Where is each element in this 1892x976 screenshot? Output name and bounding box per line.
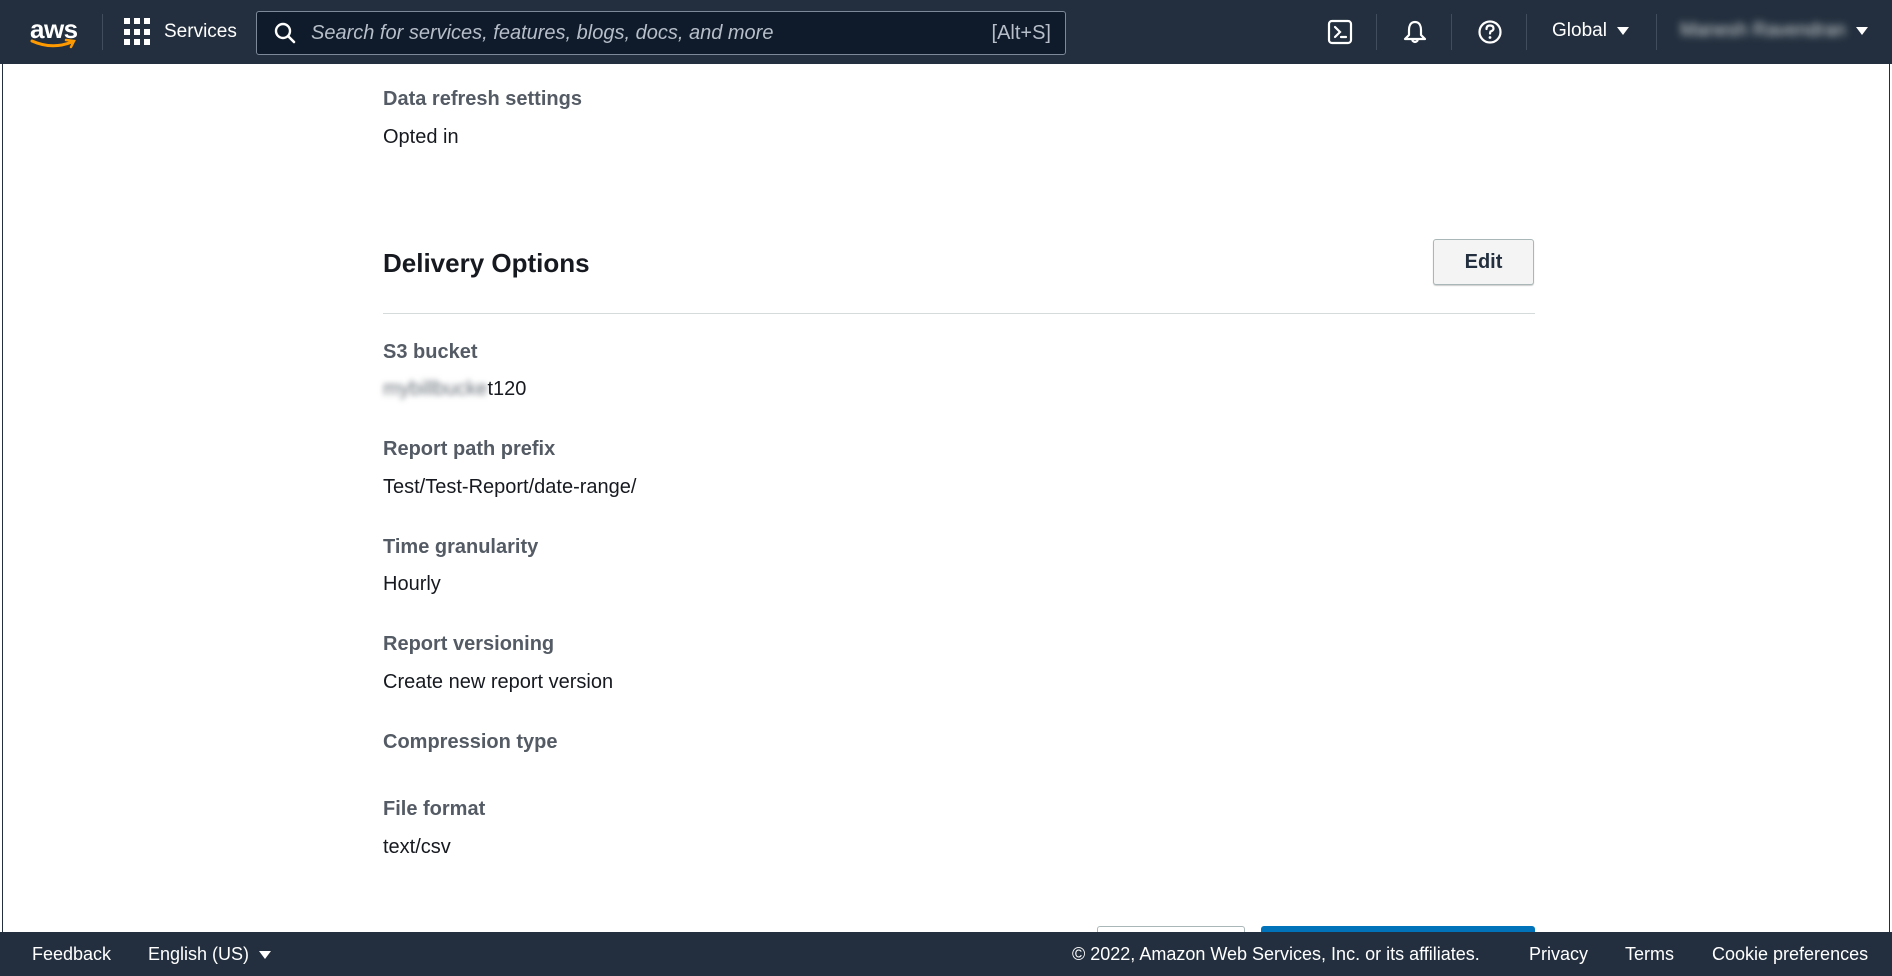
caret-down-icon <box>1616 27 1629 35</box>
search-box[interactable]: [Alt+S] <box>256 11 1066 55</box>
feedback-link[interactable]: Feedback <box>32 944 111 965</box>
language-label: English (US) <box>148 944 250 964</box>
notifications-bell-icon[interactable] <box>1401 18 1429 46</box>
nav-divider <box>102 14 103 50</box>
help-icon[interactable] <box>1476 18 1504 46</box>
nav-divider <box>1656 14 1657 50</box>
terms-link[interactable]: Terms <box>1625 944 1674 965</box>
search-shortcut: [Alt+S] <box>991 21 1051 44</box>
field-value-report-path-prefix: Test/Test-Report/date-range/ <box>383 476 637 498</box>
nav-divider <box>1451 14 1452 50</box>
terminal-icon <box>1327 19 1353 45</box>
section-title-delivery-options: Delivery Options <box>383 248 590 278</box>
field-label-s3-bucket: S3 bucket <box>383 341 478 363</box>
section-divider <box>383 313 1535 314</box>
field-value-time-granularity: Hourly <box>383 573 441 595</box>
caret-down-icon <box>1855 27 1868 35</box>
aws-logo[interactable]: aws <box>28 12 80 52</box>
field-value-data-refresh: Opted in <box>383 126 459 148</box>
region-selector[interactable]: Global <box>1552 20 1629 42</box>
account-name: Manesh Ravendran <box>1680 20 1846 41</box>
main-content: Data refresh settings Opted in Delivery … <box>2 64 1890 934</box>
edit-button[interactable]: Edit <box>1433 239 1534 285</box>
field-label-data-refresh: Data refresh settings <box>383 88 582 110</box>
field-label-compression-type: Compression type <box>383 731 558 753</box>
copyright-text: © 2022, Amazon Web Services, Inc. or its… <box>1072 944 1480 964</box>
bell-icon <box>1403 20 1427 44</box>
s3-bucket-blurred-part: mybillbucke <box>383 378 488 400</box>
field-label-file-format: File format <box>383 798 486 820</box>
field-value-s3-bucket: mybillbucket120 <box>383 378 526 401</box>
search-icon <box>274 22 296 44</box>
top-navigation: aws Services [Alt+S] <box>0 0 1892 64</box>
services-menu-button[interactable]: Services <box>124 14 237 50</box>
region-label: Global <box>1552 20 1607 41</box>
language-selector[interactable]: English (US) <box>148 944 272 965</box>
nav-divider <box>1376 14 1377 50</box>
account-menu[interactable]: Manesh Ravendran <box>1680 20 1868 42</box>
field-label-report-versioning: Report versioning <box>383 633 555 655</box>
cookie-preferences-link[interactable]: Cookie preferences <box>1712 944 1868 965</box>
field-value-file-format: text/csv <box>383 836 451 858</box>
cloudshell-icon[interactable] <box>1326 18 1354 46</box>
caret-down-icon <box>259 951 272 960</box>
nav-divider <box>1526 14 1527 50</box>
footer: Feedback English (US) © 2022, Amazon Web… <box>0 932 1892 976</box>
services-label: Services <box>164 21 237 42</box>
grid-icon <box>124 18 152 46</box>
field-label-report-path-prefix: Report path prefix <box>383 438 556 460</box>
question-circle-icon <box>1478 20 1502 44</box>
search-input[interactable] <box>309 20 992 46</box>
field-value-report-versioning: Create new report version <box>383 671 614 693</box>
s3-bucket-visible-part: t120 <box>487 378 527 400</box>
aws-smile-icon <box>30 38 76 49</box>
privacy-link[interactable]: Privacy <box>1529 944 1588 965</box>
field-label-time-granularity: Time granularity <box>383 536 539 558</box>
